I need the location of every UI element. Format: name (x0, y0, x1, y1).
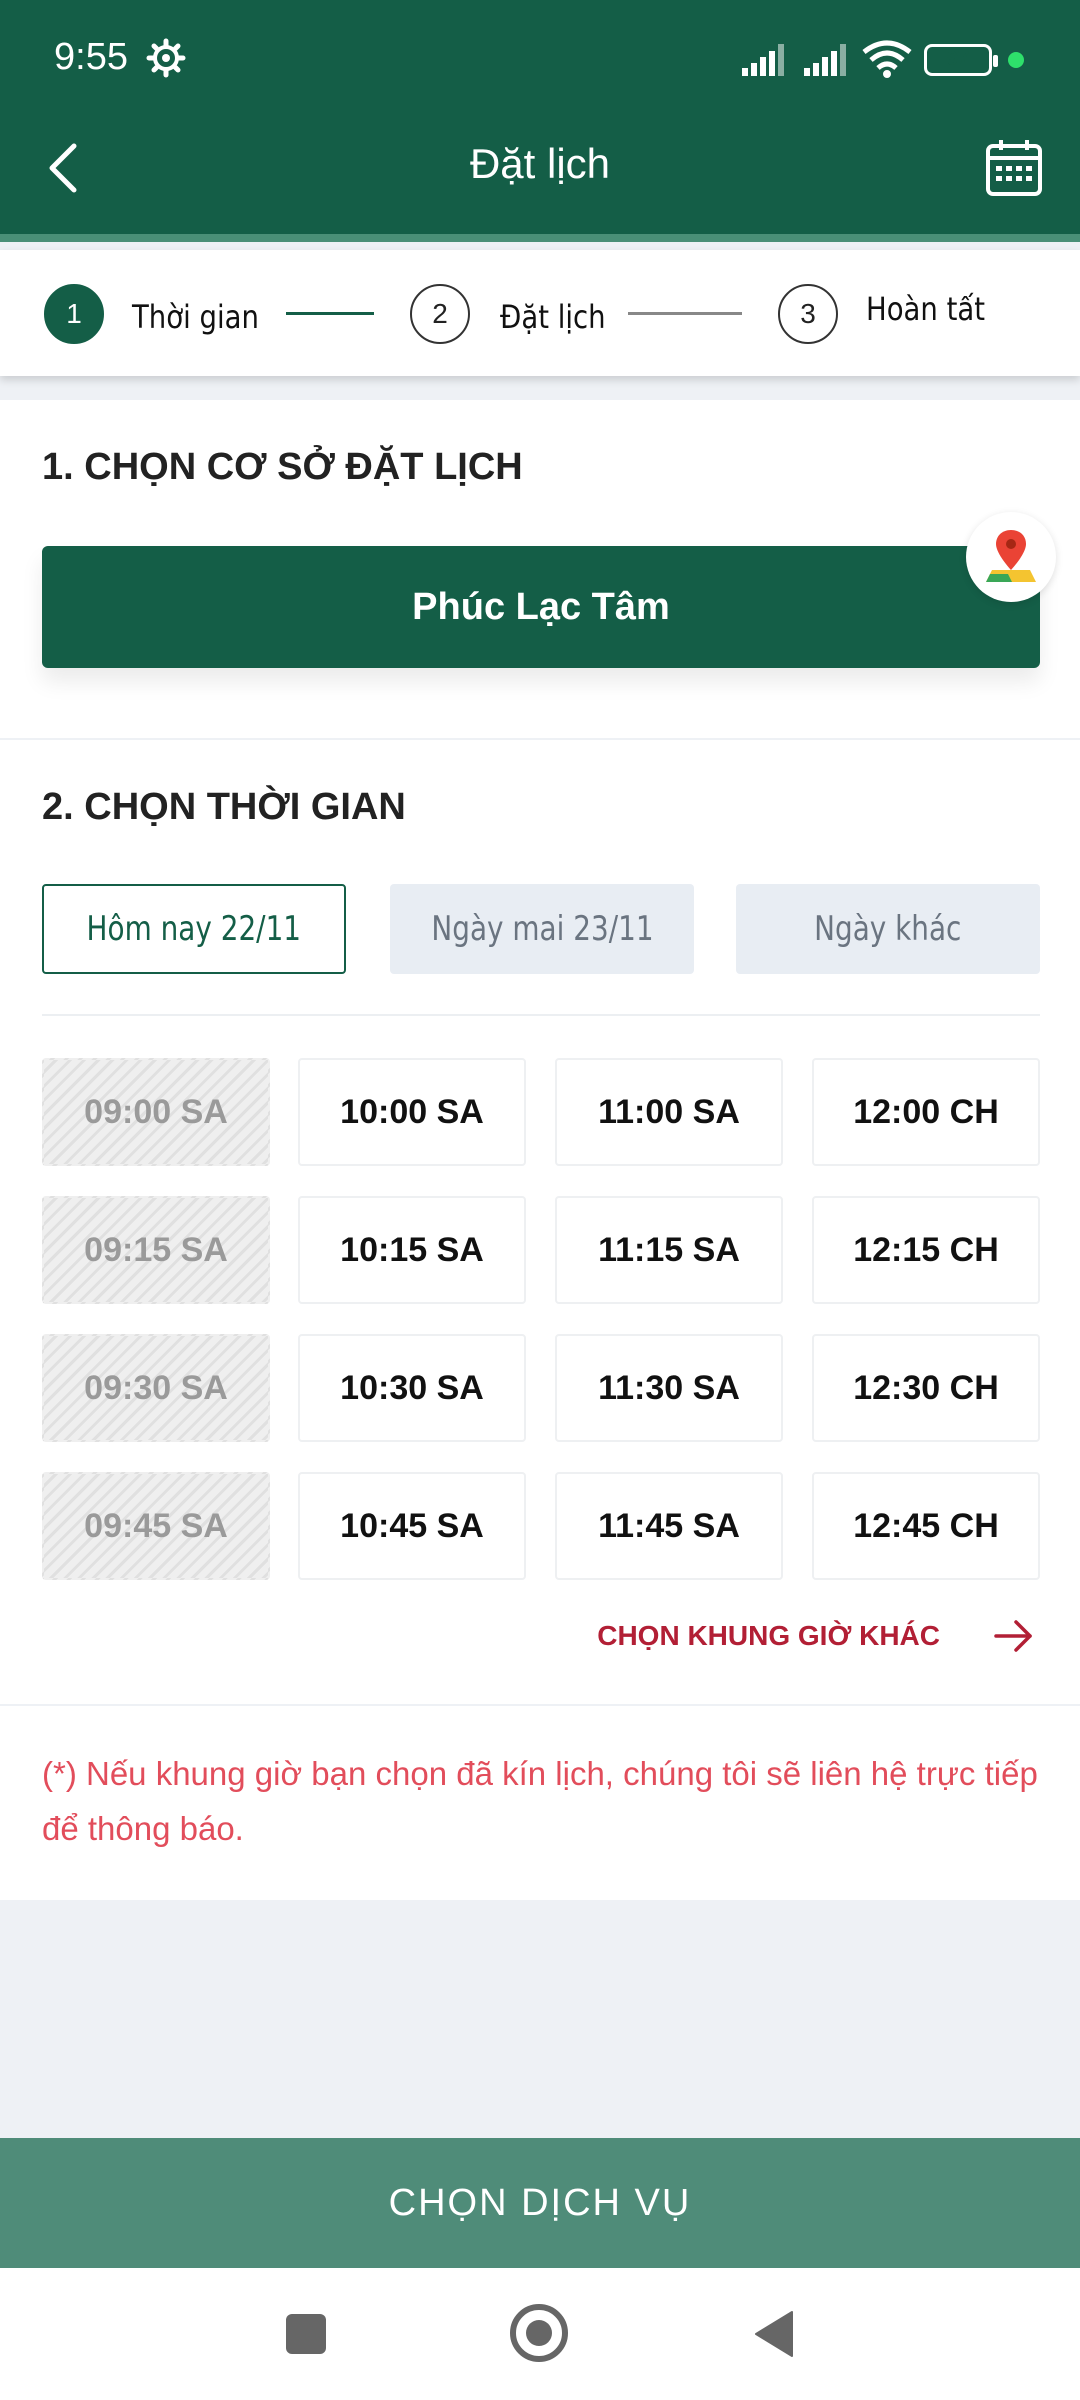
time-slot-disabled: 09:00 SA (42, 1058, 270, 1166)
step-connector (286, 312, 374, 315)
section-title: 2. CHỌN THỜI GIAN (42, 786, 406, 828)
step-3-label: Hoàn tất (866, 290, 986, 328)
branch-section: 1. CHỌN CƠ SỞ ĐẶT LỊCH Phúc Lạc Tâm (0, 400, 1080, 738)
day-today-button[interactable]: Hôm nay 22/11 (42, 884, 346, 974)
battery-icon: 97 (924, 44, 998, 76)
battery-level: 97 (946, 48, 970, 70)
time-slot-disabled: 09:15 SA (42, 1196, 270, 1304)
day-other-button[interactable]: Ngày khác (736, 884, 1040, 974)
divider (42, 1014, 1040, 1016)
home-icon-center (526, 2320, 552, 2346)
time-slot[interactable]: 12:30 CH (812, 1334, 1040, 1442)
time-slot[interactable]: 12:45 CH (812, 1472, 1040, 1580)
arrow-right-icon[interactable] (992, 1616, 1036, 1656)
nav-back-icon[interactable] (752, 2310, 796, 2358)
page-title: Đặt lịch (469, 140, 611, 187)
privacy-dot (1008, 52, 1024, 68)
step-1-label: Thời gian (132, 298, 259, 336)
status-bar: 9:55 97 (0, 0, 1080, 120)
gear-icon (146, 38, 186, 78)
time-slot[interactable]: 11:00 SA (555, 1058, 783, 1166)
time-slot[interactable]: 12:00 CH (812, 1058, 1040, 1166)
booking-note: (*) Nếu khung giờ bạn chọn đã kín lịch, … (42, 1755, 1038, 1847)
time-slot[interactable]: 11:15 SA (555, 1196, 783, 1304)
step-connector (628, 312, 742, 315)
time-slot-disabled: 09:30 SA (42, 1334, 270, 1442)
time-slot[interactable]: 11:45 SA (555, 1472, 783, 1580)
map-pin-button[interactable] (966, 512, 1056, 602)
note-section: (*) Nếu khung giờ bạn chọn đã kín lịch, … (0, 1706, 1080, 1900)
battery-cap (993, 55, 998, 67)
app-header: 9:55 97 Đặt lịch (0, 0, 1080, 242)
time-slot[interactable]: 10:00 SA (298, 1058, 526, 1166)
time-slot[interactable]: 10:45 SA (298, 1472, 526, 1580)
signal-icon (742, 44, 784, 76)
section-title: 1. CHỌN CƠ SỞ ĐẶT LỊCH (42, 446, 523, 488)
recents-icon[interactable] (286, 2314, 326, 2354)
home-icon[interactable] (510, 2304, 568, 2362)
time-slot[interactable]: 11:30 SA (555, 1334, 783, 1442)
time-slot[interactable]: 10:15 SA (298, 1196, 526, 1304)
header-divider (0, 234, 1080, 242)
day-today-label: Hôm nay 22/11 (86, 909, 302, 949)
other-time-link[interactable]: CHỌN KHUNG GIỜ KHÁC (597, 1620, 940, 1652)
signal-icon (804, 44, 846, 76)
step-2-circle: 2 (410, 284, 470, 344)
time-slot-disabled: 09:45 SA (42, 1472, 270, 1580)
step-3-circle: 3 (778, 284, 838, 344)
calendar-icon[interactable] (984, 138, 1044, 198)
booking-stepper: 1 Thời gian 2 Đặt lịch 3 Hoàn tất (0, 250, 1080, 376)
day-tomorrow-button[interactable]: Ngày mai 23/11 (390, 884, 694, 974)
branch-select-button[interactable]: Phúc Lạc Tâm (42, 546, 1040, 668)
map-pin-icon (986, 530, 1036, 582)
time-section: 2. CHỌN THỜI GIAN Hôm nay 22/11 Ngày mai… (0, 740, 1080, 1704)
step-1-circle: 1 (44, 284, 104, 344)
time-slot[interactable]: 12:15 CH (812, 1196, 1040, 1304)
wifi-icon (862, 40, 912, 78)
time-slot[interactable]: 10:30 SA (298, 1334, 526, 1442)
status-time: 9:55 (54, 36, 128, 78)
choose-service-button[interactable]: CHỌN DỊCH VỤ (0, 2138, 1080, 2268)
system-nav-bar (0, 2268, 1080, 2400)
step-2-label: Đặt lịch (500, 298, 606, 336)
day-other-label: Ngày khác (814, 909, 962, 949)
day-tomorrow-label: Ngày mai 23/11 (430, 909, 654, 949)
